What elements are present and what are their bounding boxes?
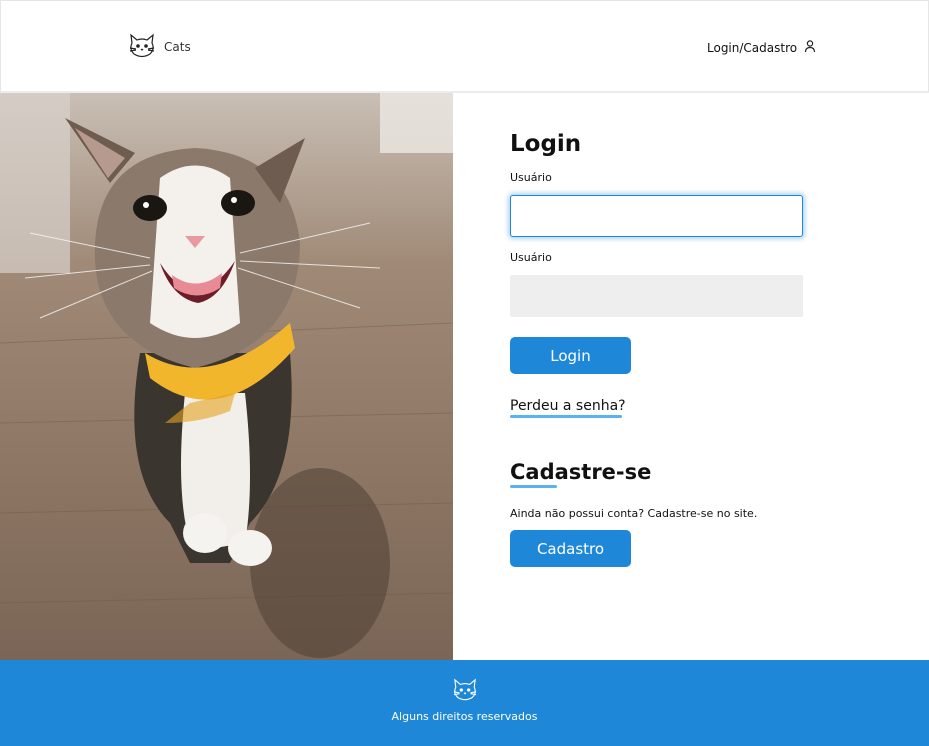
register-title: Cadastre-se [510, 460, 652, 484]
register-title-underline [510, 485, 557, 488]
person-icon [797, 39, 817, 56]
logo[interactable]: Cats [128, 33, 191, 63]
password-input[interactable] [510, 275, 803, 317]
hero-cat-photo [0, 93, 453, 660]
username-label: Usuário [510, 171, 552, 184]
logo-text: Cats [164, 40, 191, 54]
username-input[interactable] [510, 195, 803, 237]
username-label-2: Usuário [510, 251, 552, 264]
register-button[interactable]: Cadastro [510, 530, 631, 567]
site-footer: Alguns direitos reservados [0, 660, 929, 746]
auth-panel: Login Usuário Usuário Login Perdeu a sen… [453, 93, 929, 660]
login-button[interactable]: Login [510, 337, 631, 374]
login-title: Login [510, 131, 582, 157]
cat-face-icon [128, 33, 156, 63]
login-register-link[interactable]: Login/Cadastro [707, 39, 817, 56]
site-header: Cats Login/Cadastro [0, 0, 929, 93]
forgot-link-underline [510, 415, 622, 418]
footer-text: Alguns direitos reservados [391, 710, 538, 723]
register-description: Ainda não possui conta? Cadastre-se no s… [510, 507, 758, 520]
forgot-password-link[interactable]: Perdeu a senha? [510, 398, 626, 414]
login-register-link-label: Login/Cadastro [707, 40, 798, 55]
